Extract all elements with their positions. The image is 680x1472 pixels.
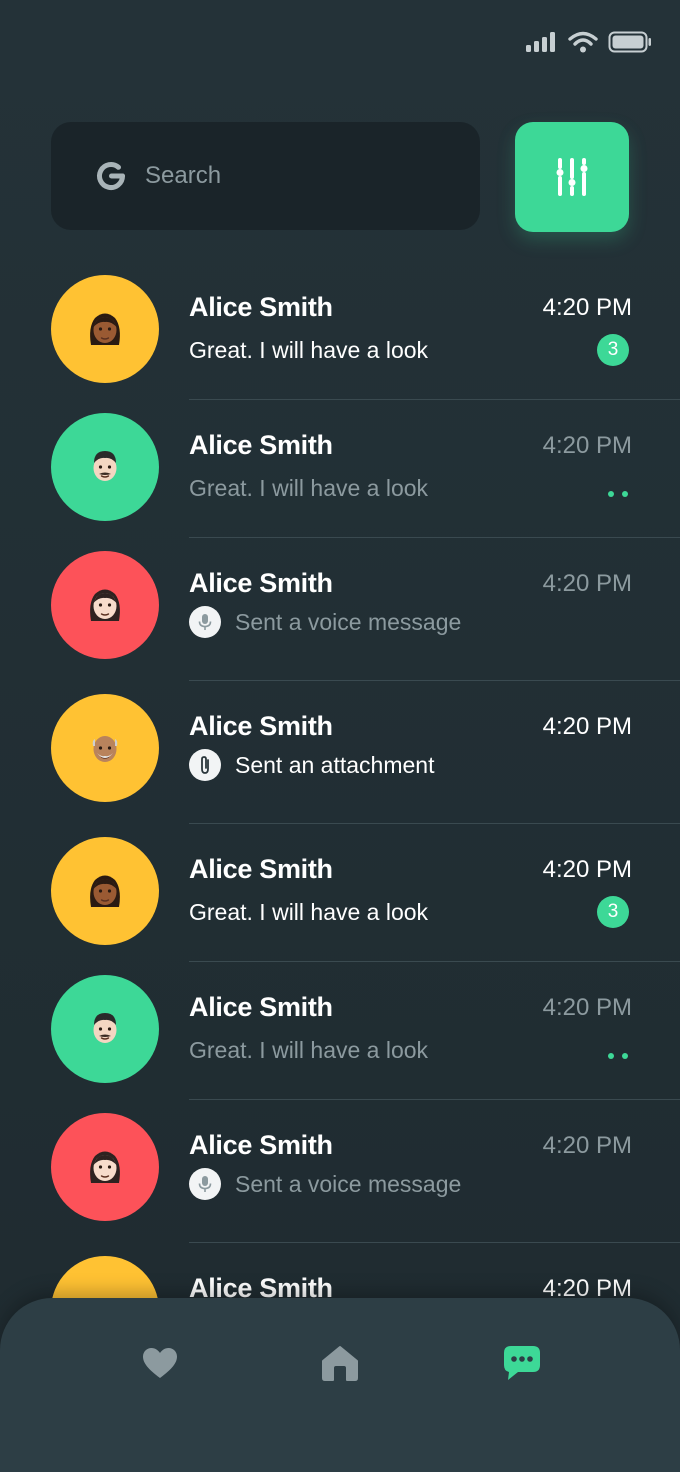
contact-name: Alice Smith [189, 568, 333, 598]
contact-name: Alice Smith [189, 1130, 333, 1160]
microphone-icon [198, 1176, 212, 1192]
search-row: Search [51, 122, 629, 232]
message-preview: Great. I will have a look [189, 337, 428, 364]
filter-button[interactable] [515, 122, 629, 232]
message-preview: Great. I will have a look [189, 899, 428, 926]
avatar-emoji-icon [90, 589, 120, 621]
message-preview-text: Sent an attachment [235, 751, 435, 778]
avatar-emoji-icon [85, 1290, 125, 1298]
chat-icon [504, 1346, 540, 1380]
avatar-emoji-icon [92, 736, 118, 762]
message-preview-text: Great. I will have a look [189, 1037, 429, 1063]
chat-row[interactable]: Alice Smith 4:20 PM Great. I will have a l… [0, 962, 680, 1100]
message-preview-text: Great. I will have a look [189, 899, 429, 925]
unread-badge: 3 [597, 896, 629, 928]
status-bar [526, 28, 652, 56]
typing-indicator [608, 1053, 628, 1059]
microphone-icon [198, 614, 212, 630]
typing-dot [608, 1053, 614, 1059]
wifi-icon [568, 31, 598, 53]
message-preview: Sent a voice message [189, 606, 461, 638]
message-preview-text: Sent a voice message [235, 1170, 462, 1197]
contact-name: Alice Smith [189, 854, 333, 884]
avatar [51, 975, 159, 1083]
battery-icon [608, 31, 651, 53]
message-preview-text: Sent a voice message [235, 608, 462, 635]
avatar [51, 275, 159, 383]
bottom-nav [0, 1298, 680, 1472]
chat-row[interactable]: Alice Smith 4:20 PM Great. I will have a l… [0, 262, 680, 400]
signal-icon [526, 32, 555, 52]
typing-dot [622, 491, 628, 497]
attachment-indicator [189, 749, 221, 781]
contact-name: Alice Smith [189, 711, 333, 741]
message-preview-text: Great. I will have a look [189, 337, 429, 363]
avatar-emoji-icon [93, 1013, 117, 1043]
message-time: 4:20 PM [542, 994, 632, 1021]
nav-chats[interactable] [498, 1342, 546, 1384]
message-preview: Sent a voice message [189, 1168, 461, 1200]
message-time: 4:20 PM [542, 713, 632, 740]
contact-name: Alice Smith [189, 292, 333, 322]
chat-row[interactable]: Alice Smith 4:20 PM Sent an attachment [0, 681, 680, 819]
message-preview: Great. I will have a look [189, 475, 428, 502]
avatar [51, 694, 159, 802]
chat-row[interactable]: Alice Smith 4:20 PM Great. I will have a l… [0, 824, 680, 962]
chat-row[interactable]: Alice Smith 4:20 PM Great. I will have a l… [0, 400, 680, 538]
chat-row[interactable]: Alice Smith 4:20 PM Sent a voice message [0, 538, 680, 676]
home-icon [322, 1346, 358, 1381]
avatar [51, 1256, 159, 1298]
sliders-icon [556, 158, 588, 196]
typing-indicator [608, 491, 628, 497]
contact-name: Alice Smith [189, 1273, 333, 1298]
contact-name: Alice Smith [189, 992, 333, 1022]
chat-row[interactable]: Alice Smith 4:20 PM Sent a voice message [0, 1100, 680, 1238]
chat-row[interactable]: Alice Smith 4:20 PM [0, 1243, 680, 1298]
voice-message-indicator [189, 606, 221, 638]
message-preview: Great. I will have a look [189, 1037, 428, 1064]
contact-name: Alice Smith [189, 430, 333, 460]
message-time: 4:20 PM [542, 294, 632, 321]
voice-message-indicator [189, 1168, 221, 1200]
unread-badge: 3 [597, 334, 629, 366]
search-placeholder: Search [145, 162, 222, 189]
message-time: 4:20 PM [542, 570, 632, 597]
avatar [51, 837, 159, 945]
message-time: 4:20 PM [542, 1132, 632, 1159]
message-time: 4:20 PM [542, 856, 632, 883]
typing-dot [608, 491, 614, 497]
avatar [51, 413, 159, 521]
avatar [51, 551, 159, 659]
message-preview: Sent an attachment [189, 749, 434, 781]
avatar [51, 1113, 159, 1221]
heart-icon [143, 1348, 177, 1378]
avatar-emoji-icon [90, 875, 120, 907]
avatar-emoji-icon [90, 1151, 120, 1183]
message-preview-text: Great. I will have a look [189, 475, 429, 501]
search-input[interactable]: Search [51, 122, 480, 230]
nav-favorites[interactable] [136, 1342, 184, 1384]
avatar-emoji-icon [93, 451, 117, 481]
avatar-emoji-icon [90, 313, 120, 345]
chat-list: Alice Smith 4:20 PM Great. I will have a l… [0, 262, 680, 1298]
google-g-icon [97, 162, 125, 190]
message-time: 4:20 PM [542, 1275, 632, 1298]
typing-dot [622, 1053, 628, 1059]
paperclip-icon [201, 756, 209, 774]
message-time: 4:20 PM [542, 432, 632, 459]
nav-home[interactable] [316, 1342, 364, 1384]
